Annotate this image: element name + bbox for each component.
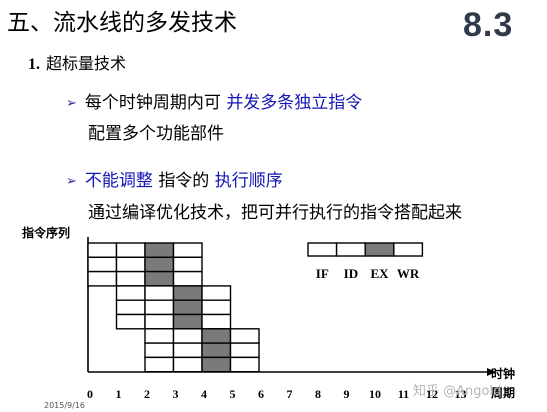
pipeline-cell-ex bbox=[172, 285, 203, 301]
pipeline-cell-ex bbox=[201, 328, 232, 344]
pipeline-cell-wr bbox=[201, 313, 232, 330]
pipeline-cell-ex bbox=[144, 270, 175, 287]
x-tick-label: 11 bbox=[398, 387, 409, 401]
legend-cell-ex bbox=[364, 242, 395, 257]
x-tick-label: 4 bbox=[201, 387, 207, 401]
pipeline-cell-ex bbox=[144, 242, 175, 259]
pipeline-cell-if bbox=[87, 242, 118, 259]
pipeline-cell-wr bbox=[229, 356, 260, 373]
pipeline-cell-wr bbox=[229, 328, 260, 344]
x-tick-label: 7 bbox=[287, 387, 293, 401]
pipeline-cell-wr bbox=[172, 256, 203, 273]
legend-label-if: IF bbox=[316, 266, 329, 281]
pipeline-cell-if bbox=[144, 328, 175, 344]
legend-cell-wr bbox=[393, 242, 424, 257]
pipeline-cell-ex bbox=[201, 342, 232, 359]
pipeline-cell-id bbox=[172, 328, 203, 344]
pipeline-cell-id bbox=[115, 242, 146, 259]
pipeline-cell-wr bbox=[201, 299, 232, 316]
pipeline-cell-wr bbox=[172, 270, 203, 287]
x-tick-label: 2 bbox=[144, 387, 150, 401]
legend-label-id: ID bbox=[344, 266, 358, 281]
pipeline-cell-ex bbox=[172, 299, 203, 316]
x-tick-label: 6 bbox=[258, 387, 264, 401]
pipeline-cell-id bbox=[144, 313, 175, 330]
pipeline-cell-if bbox=[144, 342, 175, 359]
slide-date: 2015/9/16 bbox=[44, 401, 86, 410]
x-tick-label: 8 bbox=[315, 387, 321, 401]
x-tick-label: 9 bbox=[344, 387, 350, 401]
pipeline-cell-if bbox=[144, 356, 175, 373]
stage-legend: IF ID EX WR bbox=[307, 242, 424, 281]
legend-label-wr: WR bbox=[397, 266, 420, 281]
x-tick-label: 5 bbox=[230, 387, 236, 401]
pipeline-cell-if bbox=[87, 256, 118, 273]
x-tick-label: 0 bbox=[87, 387, 93, 401]
pipeline-cell-id bbox=[172, 356, 203, 373]
pipeline-cell-wr bbox=[201, 285, 232, 301]
x-tick-label: 3 bbox=[173, 387, 179, 401]
legend-label-ex: EX bbox=[370, 266, 389, 281]
pipeline-cell-id bbox=[144, 299, 175, 316]
pipeline-cell-if bbox=[115, 285, 146, 301]
pipeline-cell-id bbox=[172, 342, 203, 359]
legend-cell-if bbox=[307, 242, 338, 257]
pipeline-grid bbox=[87, 242, 260, 373]
pipeline-cell-ex bbox=[172, 313, 203, 330]
pipeline-cell-wr bbox=[229, 342, 260, 359]
pipeline-cell-id bbox=[144, 285, 175, 301]
pipeline-cell-if bbox=[115, 299, 146, 316]
pipeline-cell-ex bbox=[201, 356, 232, 373]
pipeline-diagram: IF ID EX WR 0 1 2 3 4 5 6 7 8 9 10 11 12 13 bbox=[87, 237, 496, 401]
x-tick-label: 10 bbox=[369, 387, 381, 401]
watermark: 知乎 @Angold bbox=[413, 384, 502, 399]
legend-cell-id bbox=[335, 242, 366, 257]
x-axis-ticks: 0 1 2 3 4 5 6 7 8 9 10 11 12 13 bbox=[87, 387, 467, 401]
pipeline-cell-if bbox=[115, 313, 146, 330]
pipeline-cell-id bbox=[115, 256, 146, 273]
x-tick-label: 1 bbox=[116, 387, 122, 401]
pipeline-cell-if bbox=[87, 270, 118, 287]
pipeline-cell-ex bbox=[144, 256, 175, 273]
pipeline-cell-id bbox=[115, 270, 146, 287]
pipeline-cell-wr bbox=[172, 242, 203, 259]
